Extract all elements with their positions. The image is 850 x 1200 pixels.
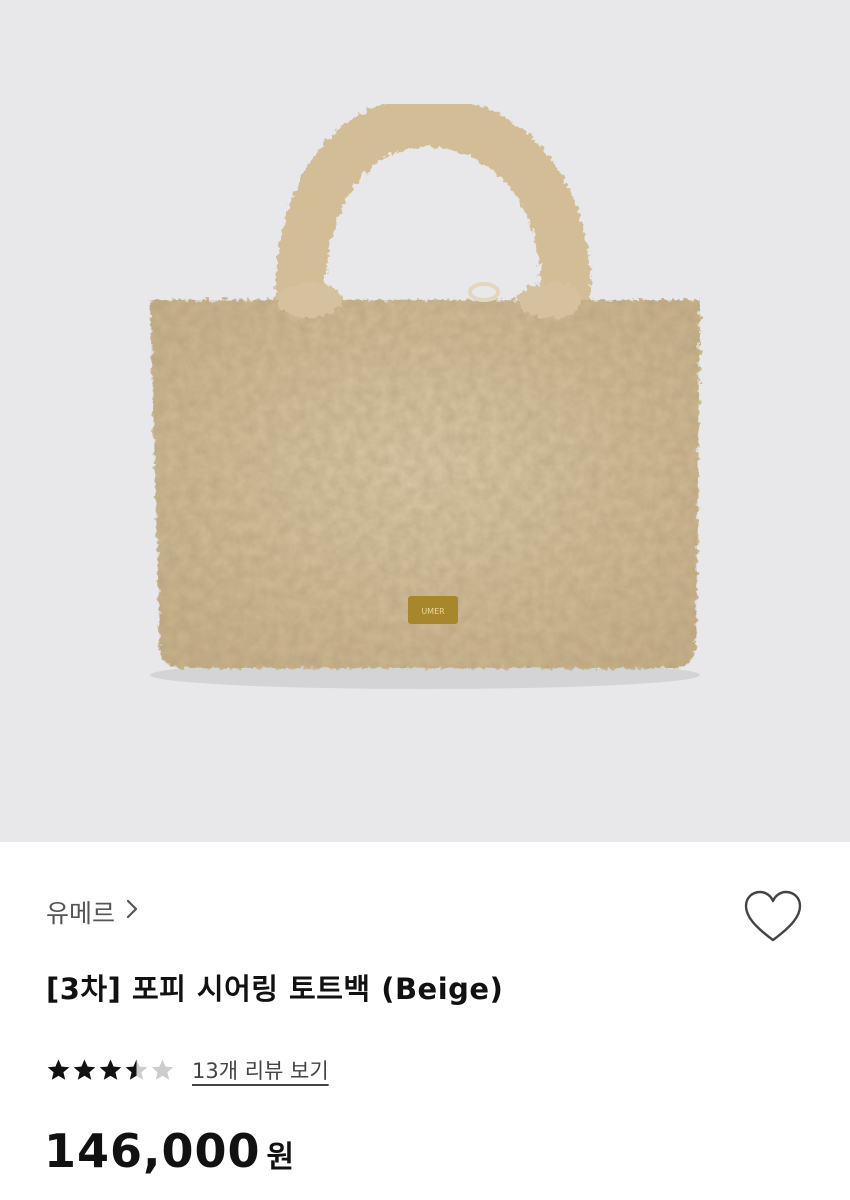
price-unit: 원: [266, 1140, 295, 1175]
price: 146,000 원: [44, 1124, 294, 1178]
star-icon: [73, 1059, 96, 1080]
product-info: 유메르 [3차] 포피 시어링 토트백 (Beige) 13개 리뷰 보기 14…: [0, 842, 850, 1200]
product-title: [3차] 포피 시어링 토트백 (Beige): [46, 972, 504, 1006]
heart-outline-icon: [744, 890, 802, 942]
price-amount: 146,000: [44, 1124, 261, 1178]
brand-logo-text: UMER: [421, 607, 445, 616]
star-rating: [46, 1058, 176, 1083]
star-icon: [151, 1059, 174, 1080]
star-icon: [47, 1059, 70, 1080]
product-photo-tote-bag: UMER: [150, 97, 700, 689]
star-icon: [125, 1059, 148, 1080]
star-icon: [99, 1059, 122, 1080]
brand-name: 유메르: [46, 899, 116, 928]
rating-row: 13개 리뷰 보기: [46, 1055, 329, 1085]
review-link[interactable]: 13개 리뷰 보기: [192, 1055, 329, 1085]
wishlist-button[interactable]: [742, 888, 804, 946]
chevron-right-icon: [125, 898, 139, 926]
product-image[interactable]: UMER: [0, 0, 850, 842]
brand-link[interactable]: 유메르: [46, 894, 139, 930]
